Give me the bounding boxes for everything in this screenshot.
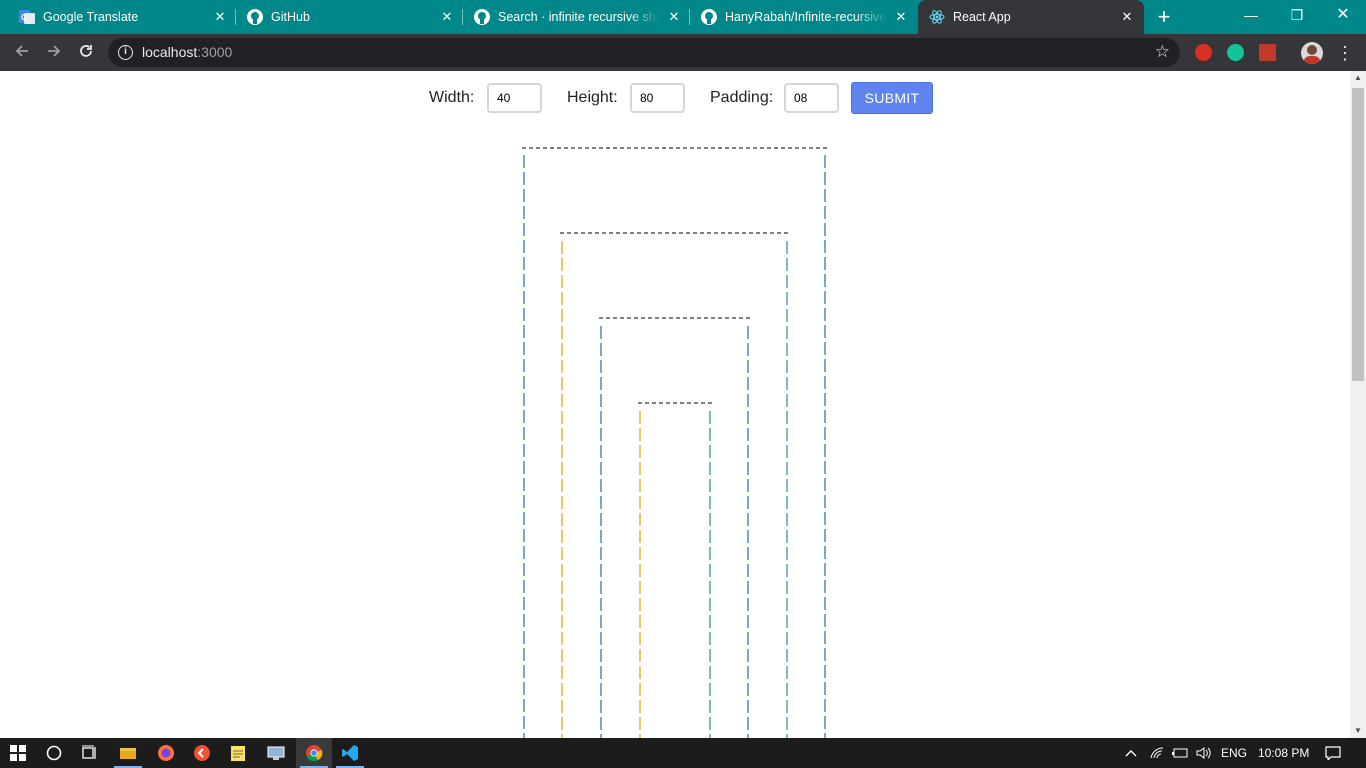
network-tool-icon[interactable] [258,738,294,768]
github-icon [701,9,717,25]
reload-icon[interactable] [74,41,98,65]
google-translate-icon: G [19,9,35,25]
bookmark-star-icon[interactable]: ☆ [1155,42,1170,62]
address-url[interactable]: localhost:3000 [142,44,232,60]
notifications-icon[interactable] [1316,738,1350,768]
language-indicator[interactable]: ENG [1221,746,1247,760]
page-scrollbar[interactable]: ▲ ▼ [1350,71,1366,738]
battery-icon[interactable] [1168,738,1192,768]
github-icon [247,9,263,25]
tab-title: Search · infinite recursive shape [498,10,660,24]
minimize-window-button[interactable]: — [1228,0,1274,34]
forward-arrow-icon[interactable] [42,41,66,65]
adblock-extension-icon[interactable] [1195,44,1212,61]
page-content: Width: Height: Padding: SUBMIT [0,71,1350,738]
react-icon [929,9,945,25]
clock[interactable]: 10:08 PM [1258,746,1309,760]
show-hidden-icons-chevron-icon[interactable] [1114,738,1148,768]
file-explorer-icon[interactable] [110,738,146,768]
task-view-icon[interactable] [72,738,108,768]
close-tab-icon[interactable]: ✕ [666,9,682,25]
address-port: :3000 [197,44,233,60]
vscode-icon[interactable] [332,738,368,768]
extension-icon[interactable] [1259,44,1276,61]
cortana-icon[interactable] [36,738,72,768]
close-tab-icon[interactable]: ✕ [212,9,228,25]
tab-title: React App [953,10,1011,24]
firefox-icon[interactable] [148,738,184,768]
profile-avatar[interactable] [1301,42,1323,64]
svg-text:G: G [21,13,27,22]
tab-github-search[interactable]: Search · infinite recursive shape ✕ [463,0,690,34]
wifi-icon[interactable] [1146,738,1168,768]
browser-menu-icon[interactable]: ⋮ [1336,42,1354,64]
scrollbar-thumb[interactable] [1352,88,1364,381]
close-tab-icon[interactable]: ✕ [893,9,909,25]
notes-icon[interactable] [220,738,256,768]
scroll-down-arrow-icon[interactable]: ▼ [1350,724,1366,738]
browser-toolbar: i localhost:3000 ☆ ⋮ [0,34,1366,71]
recursive-shape [522,147,827,738]
volume-icon[interactable] [1192,738,1216,768]
tab-google-translate[interactable]: G Google Translate ✕ [8,0,236,34]
windows-taskbar: ENG 10:08 PM [0,738,1366,768]
tab-title: GitHub [271,10,310,24]
address-bar[interactable]: i localhost:3000 ☆ [108,38,1180,67]
close-tab-icon[interactable]: ✕ [439,9,455,25]
tab-github-repo[interactable]: HanyRabah/Infinite-recursive-s ✕ [690,0,916,34]
tab-github[interactable]: GitHub ✕ [236,0,463,34]
close-window-button[interactable]: ✕ [1320,0,1366,34]
tab-title: Google Translate [43,10,139,24]
git-client-icon[interactable] [184,738,220,768]
back-arrow-icon[interactable] [10,41,34,65]
tab-title: HanyRabah/Infinite-recursive-s [725,10,887,24]
tab-react-app[interactable]: React App ✕ [918,0,1144,34]
restore-window-button[interactable]: ❐ [1274,0,1320,34]
github-icon [474,9,490,25]
scroll-up-arrow-icon[interactable]: ▲ [1350,71,1366,85]
chrome-icon[interactable] [296,738,332,768]
close-tab-icon[interactable]: ✕ [1119,9,1135,25]
new-tab-button[interactable]: + [1152,5,1176,29]
address-host: localhost [142,44,198,60]
grammarly-extension-icon[interactable] [1227,44,1244,61]
browser-tab-strip: G Google Translate ✕ GitHub ✕ Search · i… [0,0,1366,34]
site-info-icon[interactable]: i [118,45,133,60]
windows-start-icon[interactable] [0,738,36,768]
